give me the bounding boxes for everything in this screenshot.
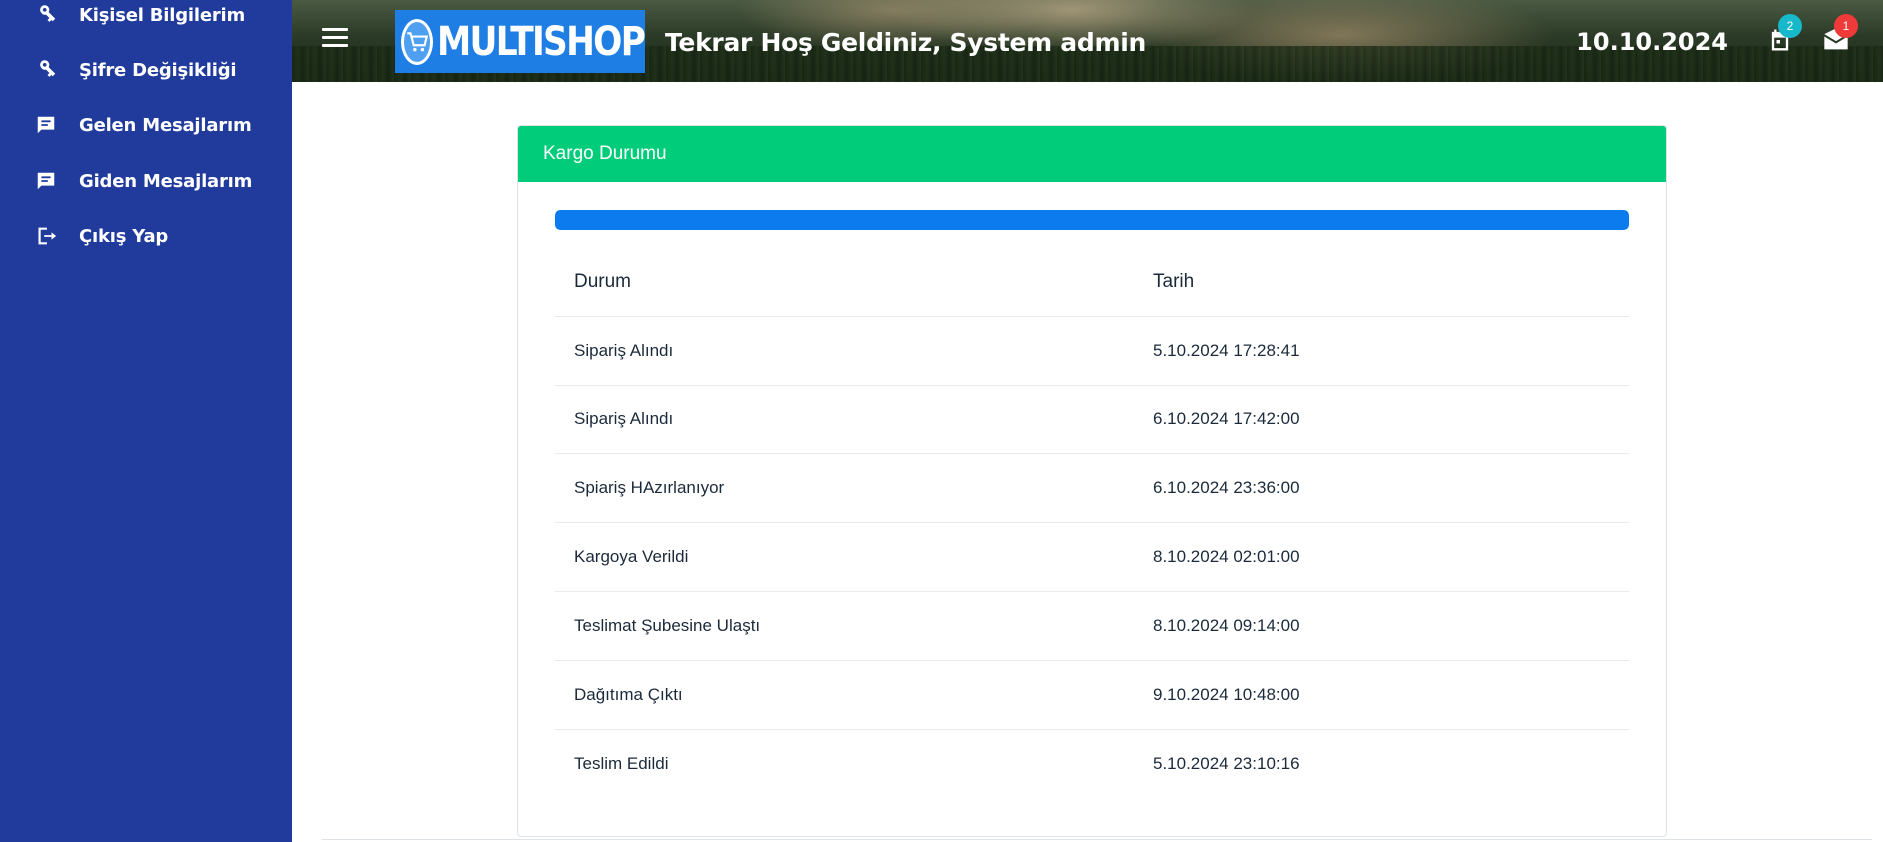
sidebar-item-outbox[interactable]: Giden Mesajlarım (0, 161, 292, 201)
sidebar-item-label: Şifre Değişikliği (79, 59, 237, 81)
shipping-progress-bar (555, 210, 1629, 230)
date-cell: 5.10.2024 17:28:41 (1153, 340, 1300, 360)
sidebar-item-label: Giden Mesajlarım (79, 170, 253, 192)
top-header: MULTISHOP Tekrar Hoş Geldiniz, System ad… (292, 0, 1883, 82)
status-cell: Spiariş HAzırlanıyor (574, 478, 725, 498)
sidebar-item-label: Gelen Mesajlarım (79, 114, 252, 136)
sidebar-item-logout[interactable]: Çıkış Yap (0, 216, 292, 256)
sidebar-item-personal-info[interactable]: Kişisel Bilgilerim (0, 0, 292, 35)
message-count-badge: 1 (1834, 14, 1858, 38)
status-cell: Teslimat Şubesine Ulaştı (574, 615, 761, 635)
table-row: Teslim Edildi 5.10.2024 23:10:16 (555, 730, 1629, 799)
status-cell: Kargoya Verildi (574, 547, 689, 567)
shipping-status-card: Kargo Durumu Durum Tarih Sipariş Alındı … (517, 125, 1667, 837)
status-cell: Teslim Edildi (574, 753, 669, 773)
date-cell: 8.10.2024 09:14:00 (1153, 615, 1300, 635)
table-row: Spiariş HAzırlanıyor 6.10.2024 23:36:00 (555, 454, 1629, 524)
table-row: Sipariş Alındı 5.10.2024 17:28:41 (555, 317, 1629, 386)
date-cell: 6.10.2024 17:42:00 (1153, 409, 1300, 429)
message-icon (34, 113, 58, 137)
table-row: Dağıtıma Çıktı 9.10.2024 10:48:00 (555, 661, 1629, 730)
welcome-message: Tekrar Hoş Geldiniz, System admin (665, 28, 1146, 57)
date-cell: 9.10.2024 10:48:00 (1153, 684, 1300, 704)
date-cell: 5.10.2024 23:10:16 (1153, 753, 1300, 773)
table-row: Kargoya Verildi 8.10.2024 02:01:00 (555, 523, 1629, 592)
status-cell: Sipariş Alındı (574, 340, 674, 360)
sidebar: Kişisel Bilgilerim Şifre Değişikliği Gel… (0, 0, 292, 842)
logout-icon (34, 224, 58, 248)
table-header-row: Durum Tarih (555, 248, 1629, 317)
sidebar-item-password-change[interactable]: Şifre Değişikliği (0, 50, 292, 90)
calendar-notification-icon[interactable]: 2 (1766, 14, 1802, 56)
card-header: Kargo Durumu (518, 126, 1666, 182)
logo-text: MULTISHOP (437, 18, 646, 65)
logo[interactable]: MULTISHOP (395, 10, 646, 73)
hamburger-menu-icon[interactable] (322, 28, 348, 52)
status-cell: Dağıtıma Çıktı (574, 684, 683, 704)
envelope-icon[interactable]: 1 (1822, 14, 1858, 56)
date-cell: 6.10.2024 23:36:00 (1153, 478, 1300, 498)
cart-logo-icon (401, 18, 433, 65)
sidebar-item-inbox[interactable]: Gelen Mesajlarım (0, 105, 292, 145)
notification-count-badge: 2 (1778, 14, 1802, 38)
key-icon (34, 58, 58, 82)
card-title: Kargo Durumu (543, 143, 667, 164)
progress-fill (555, 210, 1629, 230)
column-header-date: Tarih (1153, 270, 1195, 292)
date-cell: 8.10.2024 02:01:00 (1153, 547, 1300, 567)
divider (322, 839, 1872, 840)
sidebar-item-label: Kişisel Bilgilerim (79, 4, 246, 26)
shipping-status-table: Durum Tarih Sipariş Alındı 5.10.2024 17:… (555, 248, 1629, 798)
sidebar-item-label: Çıkış Yap (79, 225, 169, 247)
column-header-status: Durum (574, 270, 632, 292)
message-icon (34, 169, 58, 193)
current-date: 10.10.2024 (1576, 28, 1728, 56)
table-row: Teslimat Şubesine Ulaştı 8.10.2024 09:14… (555, 592, 1629, 661)
key-icon (34, 3, 58, 27)
status-cell: Sipariş Alındı (574, 409, 674, 429)
table-row: Sipariş Alındı 6.10.2024 17:42:00 (555, 386, 1629, 455)
